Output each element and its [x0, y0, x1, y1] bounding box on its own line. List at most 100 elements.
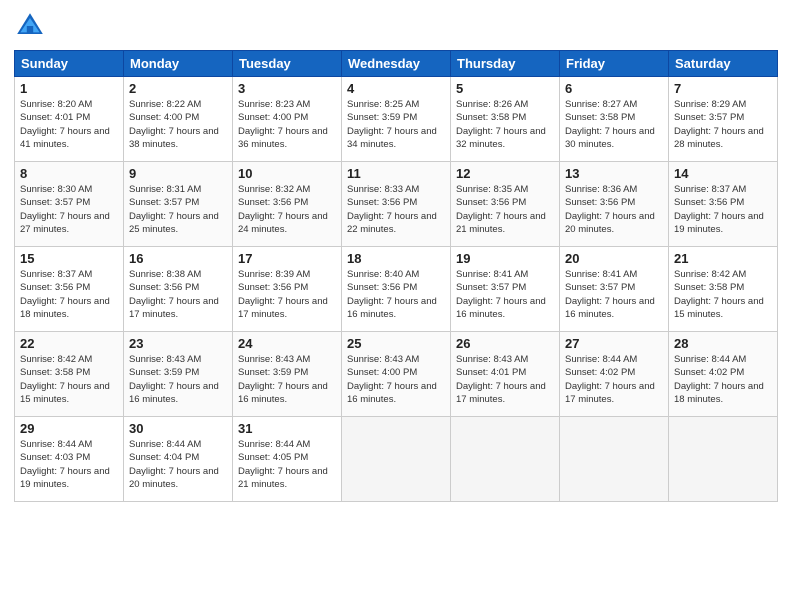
cell-info: Sunrise: 8:23 AM Sunset: 4:00 PM Dayligh…	[238, 98, 336, 151]
day-number: 22	[20, 336, 118, 351]
cell-info: Sunrise: 8:43 AM Sunset: 4:01 PM Dayligh…	[456, 353, 554, 406]
day-number: 1	[20, 81, 118, 96]
cell-info: Sunrise: 8:38 AM Sunset: 3:56 PM Dayligh…	[129, 268, 227, 321]
cell-info: Sunrise: 8:44 AM Sunset: 4:02 PM Dayligh…	[565, 353, 663, 406]
calendar-cell-empty	[342, 417, 451, 502]
calendar-cell-day-5: 5 Sunrise: 8:26 AM Sunset: 3:58 PM Dayli…	[451, 77, 560, 162]
day-number: 30	[129, 421, 227, 436]
day-number: 20	[565, 251, 663, 266]
cell-info: Sunrise: 8:42 AM Sunset: 3:58 PM Dayligh…	[674, 268, 772, 321]
cell-info: Sunrise: 8:39 AM Sunset: 3:56 PM Dayligh…	[238, 268, 336, 321]
day-number: 13	[565, 166, 663, 181]
day-number: 11	[347, 166, 445, 181]
cell-info: Sunrise: 8:41 AM Sunset: 3:57 PM Dayligh…	[456, 268, 554, 321]
day-number: 9	[129, 166, 227, 181]
day-number: 23	[129, 336, 227, 351]
cell-info: Sunrise: 8:22 AM Sunset: 4:00 PM Dayligh…	[129, 98, 227, 151]
calendar-cell-empty	[451, 417, 560, 502]
day-number: 29	[20, 421, 118, 436]
calendar-container: SundayMondayTuesdayWednesdayThursdayFrid…	[0, 0, 792, 612]
calendar-cell-day-31: 31 Sunrise: 8:44 AM Sunset: 4:05 PM Dayl…	[233, 417, 342, 502]
calendar-cell-day-7: 7 Sunrise: 8:29 AM Sunset: 3:57 PM Dayli…	[669, 77, 778, 162]
calendar-cell-day-8: 8 Sunrise: 8:30 AM Sunset: 3:57 PM Dayli…	[15, 162, 124, 247]
calendar-cell-day-21: 21 Sunrise: 8:42 AM Sunset: 3:58 PM Dayl…	[669, 247, 778, 332]
day-number: 17	[238, 251, 336, 266]
header	[14, 10, 778, 42]
cell-info: Sunrise: 8:25 AM Sunset: 3:59 PM Dayligh…	[347, 98, 445, 151]
weekday-header-sunday: Sunday	[15, 51, 124, 77]
cell-info: Sunrise: 8:44 AM Sunset: 4:02 PM Dayligh…	[674, 353, 772, 406]
day-number: 18	[347, 251, 445, 266]
cell-info: Sunrise: 8:43 AM Sunset: 4:00 PM Dayligh…	[347, 353, 445, 406]
calendar-cell-empty	[669, 417, 778, 502]
cell-info: Sunrise: 8:44 AM Sunset: 4:05 PM Dayligh…	[238, 438, 336, 491]
cell-info: Sunrise: 8:33 AM Sunset: 3:56 PM Dayligh…	[347, 183, 445, 236]
calendar-cell-day-1: 1 Sunrise: 8:20 AM Sunset: 4:01 PM Dayli…	[15, 77, 124, 162]
calendar-cell-day-11: 11 Sunrise: 8:33 AM Sunset: 3:56 PM Dayl…	[342, 162, 451, 247]
calendar-cell-day-6: 6 Sunrise: 8:27 AM Sunset: 3:58 PM Dayli…	[560, 77, 669, 162]
calendar-cell-day-3: 3 Sunrise: 8:23 AM Sunset: 4:00 PM Dayli…	[233, 77, 342, 162]
calendar-cell-day-18: 18 Sunrise: 8:40 AM Sunset: 3:56 PM Dayl…	[342, 247, 451, 332]
cell-info: Sunrise: 8:20 AM Sunset: 4:01 PM Dayligh…	[20, 98, 118, 151]
cell-info: Sunrise: 8:32 AM Sunset: 3:56 PM Dayligh…	[238, 183, 336, 236]
calendar-cell-day-13: 13 Sunrise: 8:36 AM Sunset: 3:56 PM Dayl…	[560, 162, 669, 247]
cell-info: Sunrise: 8:37 AM Sunset: 3:56 PM Dayligh…	[674, 183, 772, 236]
weekday-header-wednesday: Wednesday	[342, 51, 451, 77]
weekday-header-tuesday: Tuesday	[233, 51, 342, 77]
calendar-cell-day-30: 30 Sunrise: 8:44 AM Sunset: 4:04 PM Dayl…	[124, 417, 233, 502]
day-number: 16	[129, 251, 227, 266]
cell-info: Sunrise: 8:29 AM Sunset: 3:57 PM Dayligh…	[674, 98, 772, 151]
logo-icon	[14, 10, 46, 42]
calendar-cell-day-14: 14 Sunrise: 8:37 AM Sunset: 3:56 PM Dayl…	[669, 162, 778, 247]
day-number: 21	[674, 251, 772, 266]
day-number: 8	[20, 166, 118, 181]
weekday-header-friday: Friday	[560, 51, 669, 77]
calendar-cell-day-24: 24 Sunrise: 8:43 AM Sunset: 3:59 PM Dayl…	[233, 332, 342, 417]
calendar-cell-day-22: 22 Sunrise: 8:42 AM Sunset: 3:58 PM Dayl…	[15, 332, 124, 417]
cell-info: Sunrise: 8:44 AM Sunset: 4:03 PM Dayligh…	[20, 438, 118, 491]
calendar-cell-day-17: 17 Sunrise: 8:39 AM Sunset: 3:56 PM Dayl…	[233, 247, 342, 332]
cell-info: Sunrise: 8:31 AM Sunset: 3:57 PM Dayligh…	[129, 183, 227, 236]
calendar-cell-day-2: 2 Sunrise: 8:22 AM Sunset: 4:00 PM Dayli…	[124, 77, 233, 162]
cell-info: Sunrise: 8:35 AM Sunset: 3:56 PM Dayligh…	[456, 183, 554, 236]
calendar-cell-empty	[560, 417, 669, 502]
calendar-week-row: 1 Sunrise: 8:20 AM Sunset: 4:01 PM Dayli…	[15, 77, 778, 162]
day-number: 7	[674, 81, 772, 96]
calendar-cell-day-23: 23 Sunrise: 8:43 AM Sunset: 3:59 PM Dayl…	[124, 332, 233, 417]
calendar-cell-day-16: 16 Sunrise: 8:38 AM Sunset: 3:56 PM Dayl…	[124, 247, 233, 332]
cell-info: Sunrise: 8:43 AM Sunset: 3:59 PM Dayligh…	[129, 353, 227, 406]
calendar-cell-day-4: 4 Sunrise: 8:25 AM Sunset: 3:59 PM Dayli…	[342, 77, 451, 162]
cell-info: Sunrise: 8:36 AM Sunset: 3:56 PM Dayligh…	[565, 183, 663, 236]
cell-info: Sunrise: 8:40 AM Sunset: 3:56 PM Dayligh…	[347, 268, 445, 321]
cell-info: Sunrise: 8:37 AM Sunset: 3:56 PM Dayligh…	[20, 268, 118, 321]
day-number: 27	[565, 336, 663, 351]
day-number: 28	[674, 336, 772, 351]
day-number: 31	[238, 421, 336, 436]
calendar-table: SundayMondayTuesdayWednesdayThursdayFrid…	[14, 50, 778, 502]
cell-info: Sunrise: 8:44 AM Sunset: 4:04 PM Dayligh…	[129, 438, 227, 491]
day-number: 2	[129, 81, 227, 96]
cell-info: Sunrise: 8:30 AM Sunset: 3:57 PM Dayligh…	[20, 183, 118, 236]
day-number: 4	[347, 81, 445, 96]
cell-info: Sunrise: 8:41 AM Sunset: 3:57 PM Dayligh…	[565, 268, 663, 321]
calendar-cell-day-25: 25 Sunrise: 8:43 AM Sunset: 4:00 PM Dayl…	[342, 332, 451, 417]
calendar-cell-day-26: 26 Sunrise: 8:43 AM Sunset: 4:01 PM Dayl…	[451, 332, 560, 417]
calendar-cell-day-10: 10 Sunrise: 8:32 AM Sunset: 3:56 PM Dayl…	[233, 162, 342, 247]
calendar-cell-day-29: 29 Sunrise: 8:44 AM Sunset: 4:03 PM Dayl…	[15, 417, 124, 502]
calendar-week-row: 8 Sunrise: 8:30 AM Sunset: 3:57 PM Dayli…	[15, 162, 778, 247]
cell-info: Sunrise: 8:43 AM Sunset: 3:59 PM Dayligh…	[238, 353, 336, 406]
day-number: 6	[565, 81, 663, 96]
day-number: 5	[456, 81, 554, 96]
day-number: 15	[20, 251, 118, 266]
calendar-cell-day-9: 9 Sunrise: 8:31 AM Sunset: 3:57 PM Dayli…	[124, 162, 233, 247]
calendar-cell-day-12: 12 Sunrise: 8:35 AM Sunset: 3:56 PM Dayl…	[451, 162, 560, 247]
day-number: 14	[674, 166, 772, 181]
day-number: 26	[456, 336, 554, 351]
weekday-header-monday: Monday	[124, 51, 233, 77]
weekday-header-saturday: Saturday	[669, 51, 778, 77]
day-number: 10	[238, 166, 336, 181]
calendar-cell-day-28: 28 Sunrise: 8:44 AM Sunset: 4:02 PM Dayl…	[669, 332, 778, 417]
day-number: 12	[456, 166, 554, 181]
day-number: 24	[238, 336, 336, 351]
calendar-week-row: 29 Sunrise: 8:44 AM Sunset: 4:03 PM Dayl…	[15, 417, 778, 502]
